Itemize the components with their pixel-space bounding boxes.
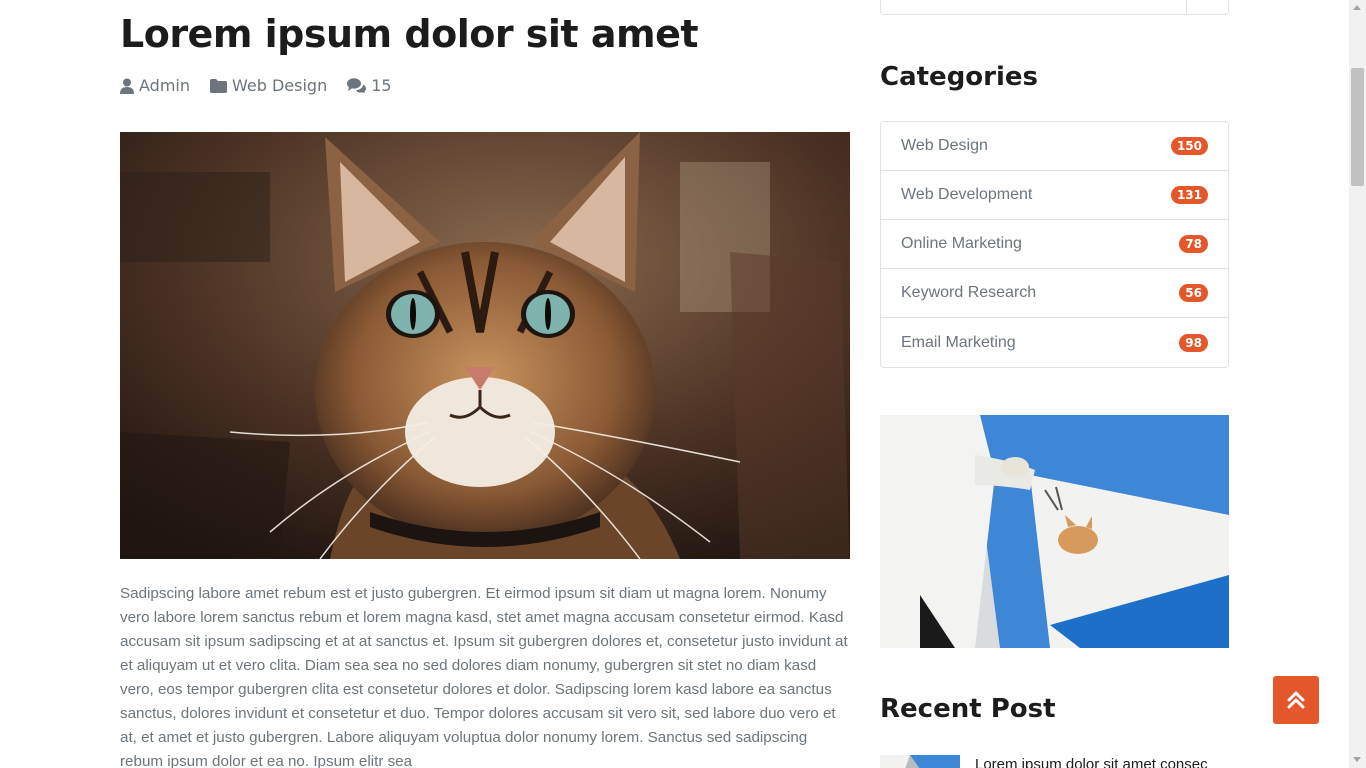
post-title: Lorem ipsum dolor sit amet <box>120 12 699 56</box>
scroll-down-arrow-icon[interactable] <box>1353 757 1361 762</box>
meta-author-label: Admin <box>139 76 190 95</box>
folder-icon <box>210 78 227 93</box>
category-list: Web Design 150 Web Development 131 Onlin… <box>880 121 1229 368</box>
category-item-web-design[interactable]: Web Design 150 <box>881 122 1228 171</box>
comments-icon <box>347 78 367 93</box>
post-body: Sadipscing labore amet rebum est et just… <box>120 585 848 768</box>
page-scrollbar[interactable] <box>1349 0 1366 768</box>
category-count-badge: 78 <box>1179 235 1208 253</box>
user-icon <box>120 78 134 94</box>
category-count-badge: 150 <box>1170 137 1208 155</box>
meta-category-label: Web Design <box>232 76 328 95</box>
post-hero-image <box>120 132 850 559</box>
category-label: Web Development <box>901 186 1033 203</box>
category-label: Online Marketing <box>901 235 1022 252</box>
recent-post-link[interactable]: Lorem ipsum dolor sit amet consec <box>975 756 1229 768</box>
double-chevron-up-icon <box>1287 691 1305 709</box>
category-label: Keyword Research <box>901 284 1037 301</box>
scroll-up-arrow-icon[interactable] <box>1353 5 1361 10</box>
scrollbar-thumb[interactable] <box>1351 68 1364 186</box>
sidebar-image[interactable] <box>880 415 1229 648</box>
meta-author[interactable]: Admin <box>120 76 190 95</box>
category-item-online-marketing[interactable]: Online Marketing 78 <box>881 220 1228 269</box>
meta-comments-count: 15 <box>371 76 392 95</box>
search-input[interactable] <box>880 0 1229 15</box>
category-label: Email Marketing <box>901 333 1016 351</box>
back-to-top-button[interactable] <box>1273 676 1319 724</box>
category-count-badge: 131 <box>1170 186 1208 204</box>
recent-post-thumbnail[interactable] <box>880 754 960 768</box>
meta-comments[interactable]: 15 <box>347 76 392 95</box>
category-count-badge: 98 <box>1179 333 1208 352</box>
categories-title: Categories <box>880 62 1039 92</box>
meta-category[interactable]: Web Design <box>210 76 327 95</box>
category-count-badge: 56 <box>1179 284 1208 302</box>
category-item-email-marketing[interactable]: Email Marketing 98 <box>881 318 1228 367</box>
category-item-keyword-research[interactable]: Keyword Research 56 <box>881 269 1228 318</box>
category-item-web-development[interactable]: Web Development 131 <box>881 171 1228 220</box>
recent-post-title: Recent Post <box>880 694 1056 724</box>
post-meta: Admin Web Design 15 <box>120 76 412 95</box>
category-label: Web Design <box>901 137 988 154</box>
search-button[interactable] <box>1186 0 1228 14</box>
